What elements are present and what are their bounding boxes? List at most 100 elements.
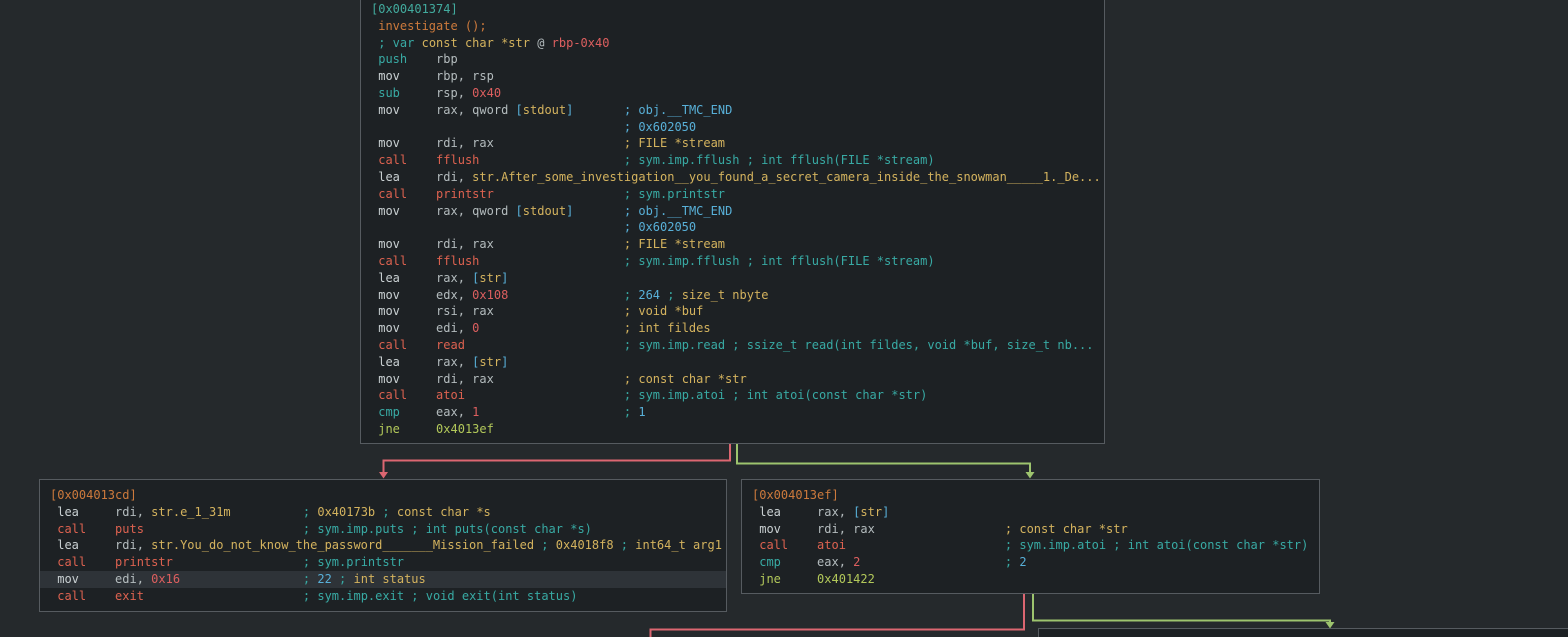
- asm-line[interactable]: ; 0x602050: [371, 219, 1094, 236]
- asm-line[interactable]: call atoi ; sym.imp.atoi ; int atoi(cons…: [371, 387, 1094, 404]
- asm-line[interactable]: cmp eax, 2 ; 2: [752, 554, 1309, 571]
- asm-line[interactable]: lea rdi, str.After_some_investigation__y…: [371, 169, 1094, 186]
- asm-token: 0x40173b: [317, 505, 375, 519]
- asm-spacing: [144, 522, 303, 536]
- asm-line[interactable]: mov rax, qword [stdout] ; obj.__TMC_END: [371, 102, 1094, 119]
- asm-token: 0x4018f8: [556, 538, 614, 552]
- asm-token: ; sym.imp.atoi ; int atoi(const char *st…: [1005, 538, 1308, 552]
- asm-spacing: [508, 288, 624, 302]
- asm-spacing: [400, 170, 436, 184]
- asm-spacing: [781, 505, 817, 519]
- asm-line[interactable]: lea rdi, str.e_1_31m ; 0x40173b ; const …: [50, 504, 716, 521]
- edge-false-0x401374-to-0x4013cd: [384, 444, 731, 473]
- asm-token: ; FILE *stream: [624, 136, 725, 150]
- asm-line[interactable]: push rbp: [371, 51, 1094, 68]
- asm-token: ; const char *str: [1005, 522, 1128, 536]
- asm-token: int64_t arg1: [635, 538, 722, 552]
- asm-line[interactable]: mov edi, 0 ; int fildes: [371, 320, 1094, 337]
- asm-token: call: [378, 187, 407, 201]
- asm-line[interactable]: call fflush ; sym.imp.fflush ; int fflus…: [371, 152, 1094, 169]
- asm-token: rax,: [817, 505, 853, 519]
- asm-token: ; sym.imp.puts ; int puts(const char *s): [303, 522, 592, 536]
- asm-token: call: [759, 538, 788, 552]
- asm-token: ; sym.imp.read ; ssize_t read(int fildes…: [624, 338, 1094, 352]
- asm-line[interactable]: investigate ();: [371, 18, 1094, 35]
- asm-line[interactable]: call atoi ; sym.imp.atoi ; int atoi(cons…: [752, 537, 1309, 554]
- asm-spacing: [231, 505, 303, 519]
- asm-spacing: [400, 405, 436, 419]
- asm-line[interactable]: mov rdi, rax ; const char *str: [371, 371, 1094, 388]
- asm-line[interactable]: mov rsi, rax ; void *buf: [371, 303, 1094, 320]
- asm-token: 0x401422: [817, 572, 875, 586]
- asm-spacing: [407, 338, 436, 352]
- disassembly-graph-canvas[interactable]: [0x00401374] investigate (); ; var const…: [0, 0, 1568, 637]
- asm-token: read: [436, 338, 465, 352]
- asm-spacing: [400, 288, 436, 302]
- basic-block-0x00401374[interactable]: [0x00401374] investigate (); ; var const…: [360, 0, 1105, 444]
- asm-line[interactable]: sub rsp, 0x40: [371, 85, 1094, 102]
- asm-line[interactable]: mov rbp, rsp: [371, 68, 1094, 85]
- asm-token: call: [378, 153, 407, 167]
- asm-line[interactable]: jne 0x401422: [752, 571, 1309, 588]
- asm-token: printstr: [436, 187, 494, 201]
- asm-token: rdi, rax: [436, 237, 494, 251]
- asm-token: fflush: [436, 254, 479, 268]
- asm-line[interactable]: call printstr ; sym.printstr: [371, 186, 1094, 203]
- asm-line[interactable]: jne 0x4013ef: [371, 421, 1094, 438]
- asm-spacing: [494, 304, 624, 318]
- asm-line[interactable]: lea rax, [str]: [371, 354, 1094, 371]
- asm-token: printstr: [115, 555, 173, 569]
- asm-line[interactable]: [0x00401374]: [371, 1, 1094, 18]
- asm-token: lea: [378, 355, 400, 369]
- asm-line[interactable]: mov rdi, rax ; FILE *stream: [371, 236, 1094, 253]
- asm-line[interactable]: ; 0x602050: [371, 119, 1094, 136]
- asm-spacing: [875, 522, 1005, 536]
- asm-line[interactable]: ; var const char *str @ rbp-0x40: [371, 35, 1094, 52]
- basic-block-0x004013ef[interactable]: [0x004013ef] lea rax, [str] mov rdi, rax…: [741, 479, 1320, 594]
- asm-token: const char *str: [422, 36, 530, 50]
- asm-line[interactable]: call printstr ; sym.printstr: [50, 554, 716, 571]
- asm-spacing: [400, 321, 436, 335]
- asm-line[interactable]: mov rdi, rax ; const char *str: [752, 521, 1309, 538]
- asm-spacing: [860, 555, 1005, 569]
- asm-line[interactable]: cmp eax, 1 ; 1: [371, 404, 1094, 421]
- asm-token: lea: [57, 505, 79, 519]
- asm-token: str: [479, 271, 501, 285]
- asm-token: ; const char *str: [624, 372, 747, 386]
- asm-line[interactable]: call read ; sym.imp.read ; ssize_t read(…: [371, 337, 1094, 354]
- asm-spacing: [79, 538, 115, 552]
- asm-line[interactable]: lea rax, [str]: [752, 504, 1309, 521]
- asm-line[interactable]: lea rdi, str.You_do_not_know_the_passwor…: [50, 537, 716, 554]
- asm-spacing: [407, 153, 436, 167]
- asm-line[interactable]: [0x004013cd]: [50, 487, 716, 504]
- asm-token: str: [860, 505, 882, 519]
- asm-line-selected[interactable]: mov edi, 0x16 ; 22 ; int status: [40, 571, 726, 588]
- asm-token: const char *s: [397, 505, 491, 519]
- asm-line[interactable]: call exit ; sym.imp.exit ; void exit(int…: [50, 588, 716, 605]
- asm-token: eax,: [817, 555, 853, 569]
- asm-line[interactable]: mov rdi, rax ; FILE *stream: [371, 135, 1094, 152]
- asm-token: [0x00401374]: [371, 2, 458, 16]
- asm-spacing: [400, 136, 436, 150]
- asm-token: lea: [57, 538, 79, 552]
- basic-block-partial-bottom-right[interactable]: [1038, 628, 1568, 637]
- asm-spacing: [788, 538, 817, 552]
- asm-token: rsi, rax: [436, 304, 494, 318]
- asm-spacing: [400, 69, 436, 83]
- asm-line[interactable]: call fflush ; sym.imp.fflush ; int fflus…: [371, 253, 1094, 270]
- asm-token: str.You_do_not_know_the_password_______M…: [151, 538, 534, 552]
- asm-token: mov: [759, 522, 781, 536]
- asm-token: [0x004013ef]: [752, 488, 839, 502]
- asm-token: [: [516, 204, 523, 218]
- asm-line[interactable]: mov rax, qword [stdout] ; obj.__TMC_END: [371, 203, 1094, 220]
- asm-line[interactable]: [0x004013ef]: [752, 487, 1309, 504]
- asm-spacing: [573, 103, 624, 117]
- asm-token: sub: [378, 86, 400, 100]
- asm-line[interactable]: lea rax, [str]: [371, 270, 1094, 287]
- basic-block-0x004013cd[interactable]: [0x004013cd] lea rdi, str.e_1_31m ; 0x40…: [39, 479, 727, 612]
- asm-line[interactable]: mov edx, 0x108 ; 264 ; size_t nbyte: [371, 287, 1094, 304]
- asm-token: investigate ();: [378, 19, 486, 33]
- asm-token: lea: [378, 271, 400, 285]
- asm-line[interactable]: call puts ; sym.imp.puts ; int puts(cons…: [50, 521, 716, 538]
- asm-token: [: [516, 103, 523, 117]
